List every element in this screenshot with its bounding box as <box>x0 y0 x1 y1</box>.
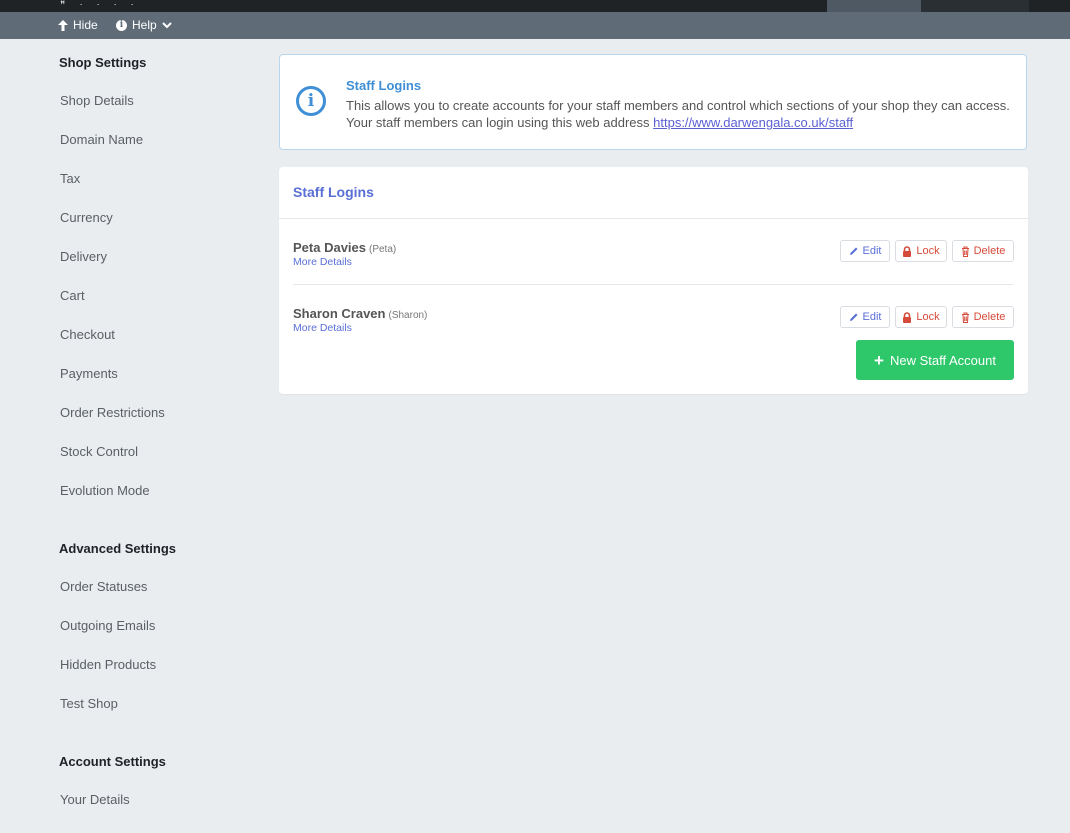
delete-label: Delete <box>973 311 1006 323</box>
lock-button[interactable]: Lock <box>895 306 947 328</box>
help-menu-button[interactable]: i Help <box>116 18 172 32</box>
arrow-up-icon <box>58 19 68 31</box>
sidebar-item-shop-details[interactable]: Shop Details <box>60 93 134 108</box>
edit-label: Edit <box>862 311 882 323</box>
staff-logins-panel: Staff Logins Peta Davies (Peta) More Deta… <box>279 167 1028 394</box>
row-divider <box>293 284 1013 285</box>
info-text: This allows you to create accounts for y… <box>346 97 1016 131</box>
sidebar-item-tax[interactable]: Tax <box>60 171 80 186</box>
sidebar-item-outgoing-emails[interactable]: Outgoing Emails <box>60 618 155 633</box>
staff-name: Sharon Craven (Sharon) <box>293 306 427 321</box>
top-tab[interactable] <box>921 0 1029 12</box>
section-heading-shop-settings: Shop Settings <box>59 55 147 70</box>
info-title: Staff Logins <box>346 78 422 93</box>
edit-button[interactable]: Edit <box>840 240 890 262</box>
lock-icon <box>902 245 912 257</box>
sidebar-item-currency[interactable]: Currency <box>60 210 113 225</box>
help-label: Help <box>132 18 157 32</box>
new-staff-account-label: New Staff Account <box>889 352 996 368</box>
staff-login-link[interactable]: https://www.darwengala.co.uk/staff <box>653 115 853 130</box>
section-heading-advanced-settings: Advanced Settings <box>59 541 177 556</box>
more-details-link[interactable]: More Details <box>293 256 352 268</box>
top-tab-active[interactable] <box>827 0 921 12</box>
trash-icon <box>961 312 970 323</box>
staff-name: Peta Davies (Peta) <box>293 240 396 255</box>
info-icon: i <box>116 19 127 31</box>
lock-label: Lock <box>916 245 940 257</box>
sidebar-item-hidden-products[interactable]: Hidden Products <box>60 657 156 672</box>
pencil-icon <box>849 246 859 256</box>
delete-label: Delete <box>973 245 1006 257</box>
sidebar-item-stock-control[interactable]: Stock Control <box>60 444 138 459</box>
staff-full-name: Peta Davies <box>293 240 366 255</box>
plus-icon: + <box>874 350 884 370</box>
edit-label: Edit <box>862 245 882 257</box>
edit-button[interactable]: Edit <box>840 306 890 328</box>
trash-icon <box>961 246 970 257</box>
sidebar-item-your-details[interactable]: Your Details <box>60 792 130 807</box>
delete-button[interactable]: Delete <box>952 240 1014 262</box>
panel-title: Staff Logins <box>293 184 374 200</box>
lock-label: Lock <box>916 311 940 323</box>
delete-button[interactable]: Delete <box>952 306 1014 328</box>
sidebar-item-checkout[interactable]: Checkout <box>60 327 115 342</box>
sidebar-item-test-shop[interactable]: Test Shop <box>60 696 118 711</box>
lock-icon <box>902 311 912 323</box>
sidebar-item-evolution-mode[interactable]: Evolution Mode <box>60 483 150 498</box>
logo: ꟸ ∙ ∙ ∙ ∙ <box>60 0 140 9</box>
more-details-link[interactable]: More Details <box>293 322 352 334</box>
sidebar-item-order-statuses[interactable]: Order Statuses <box>60 579 147 594</box>
sidebar-item-order-restrictions[interactable]: Order Restrictions <box>60 405 165 420</box>
new-staff-account-button[interactable]: + New Staff Account <box>856 340 1014 380</box>
section-heading-account-settings: Account Settings <box>59 754 166 769</box>
info-callout: i Staff Logins This allows you to create… <box>279 54 1027 150</box>
sidebar-item-cart[interactable]: Cart <box>60 288 85 303</box>
hide-button[interactable]: Hide <box>58 18 98 32</box>
staff-username: (Peta) <box>369 244 397 255</box>
lock-button[interactable]: Lock <box>895 240 947 262</box>
divider <box>279 218 1028 219</box>
sidebar-item-payments[interactable]: Payments <box>60 366 118 381</box>
sidebar-item-domain-name[interactable]: Domain Name <box>60 132 143 147</box>
chevron-down-icon <box>161 21 172 29</box>
staff-full-name: Sharon Craven <box>293 306 386 321</box>
sidebar-item-delivery[interactable]: Delivery <box>60 249 107 264</box>
pencil-icon <box>849 312 859 322</box>
info-circle-icon: i <box>296 86 326 116</box>
staff-username: (Sharon) <box>388 310 428 321</box>
hide-label: Hide <box>73 18 98 32</box>
top-bar: ꟸ ∙ ∙ ∙ ∙ <box>0 0 1070 12</box>
sub-toolbar: Hide i Help <box>0 12 1070 39</box>
